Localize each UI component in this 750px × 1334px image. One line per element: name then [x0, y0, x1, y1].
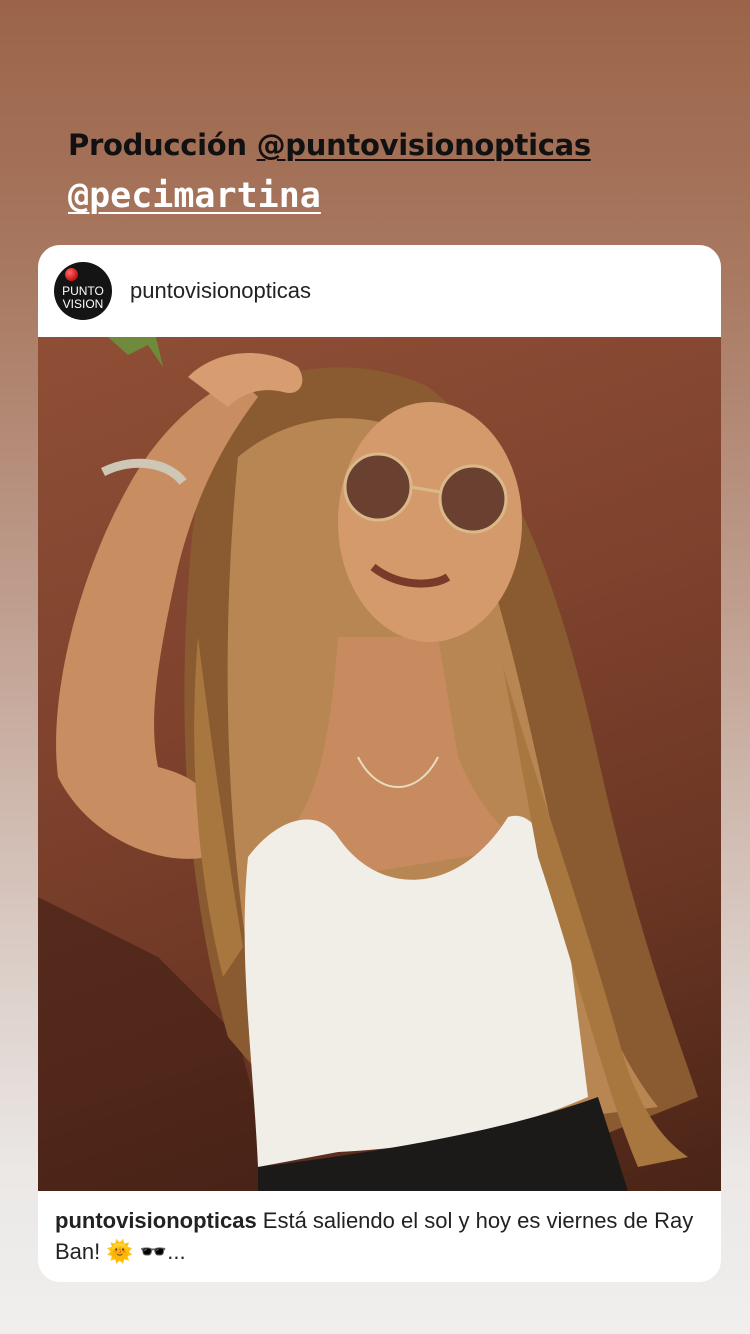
post-header: PUNTO VISION puntovisionopticas	[38, 245, 721, 337]
avatar[interactable]: PUNTO VISION	[54, 262, 112, 320]
woman-with-sunglasses-photo	[38, 337, 699, 1191]
post-username[interactable]: puntovisionopticas	[130, 278, 311, 304]
mention-puntovisionopticas[interactable]: @puntovisionopticas	[257, 128, 592, 162]
post-caption: puntovisionopticas Está saliendo el sol …	[55, 1205, 705, 1267]
mention-pecimartina[interactable]: @pecimartina	[68, 176, 321, 216]
avatar-logo-text-line2: VISION	[62, 297, 104, 311]
logo-red-dot-icon	[65, 268, 78, 281]
post-photo[interactable]	[38, 337, 721, 1191]
produccion-label: Producción	[68, 128, 257, 162]
shared-post-card[interactable]: PUNTO VISION puntovisionopticas puntovis…	[38, 245, 721, 1282]
caption-username[interactable]: puntovisionopticas	[55, 1208, 257, 1233]
story-caption-produccion: Producción @puntovisionopticas	[68, 128, 591, 162]
